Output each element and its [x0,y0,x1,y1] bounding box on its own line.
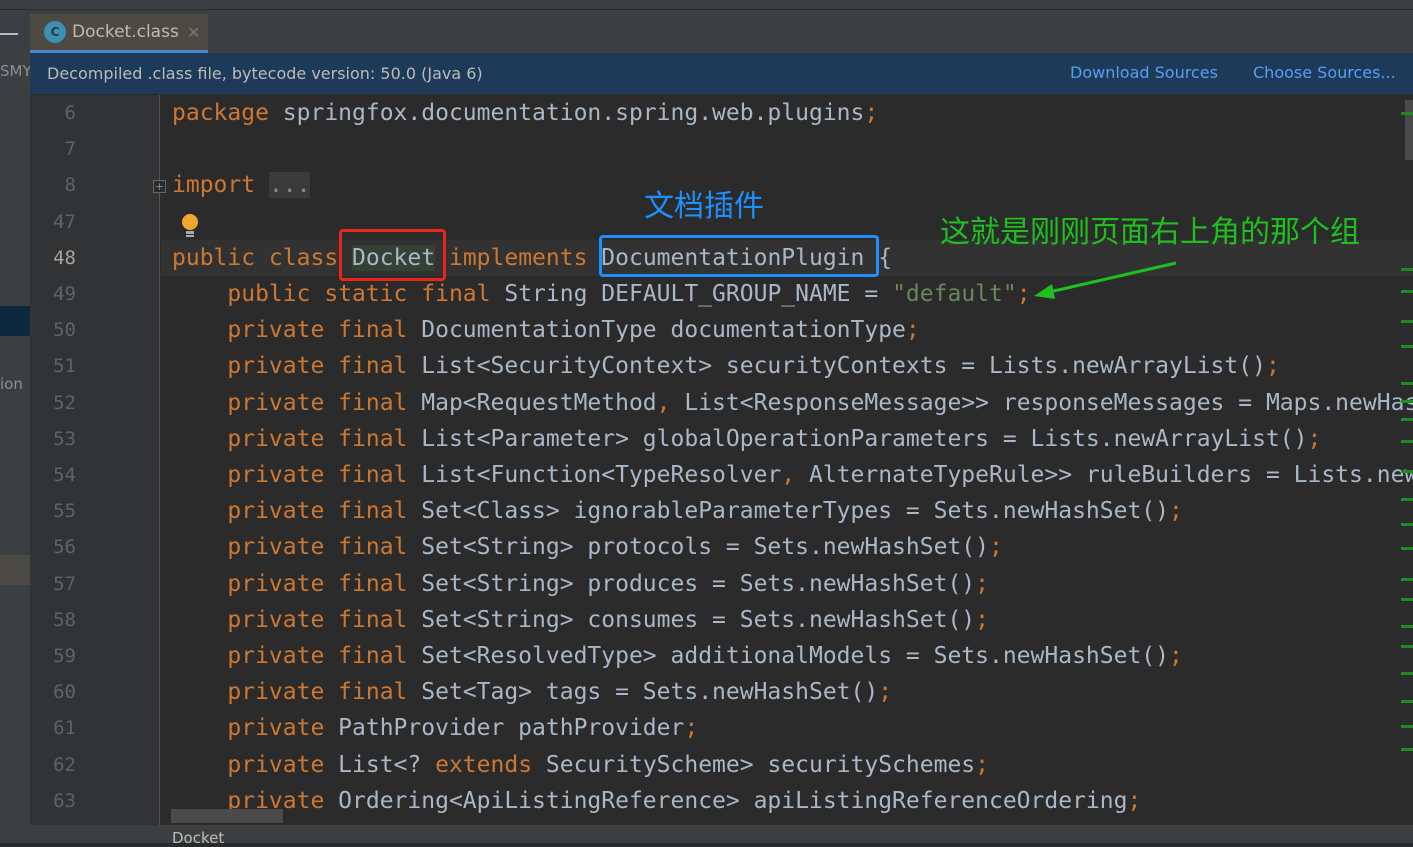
green-arrow-icon [1034,261,1177,299]
